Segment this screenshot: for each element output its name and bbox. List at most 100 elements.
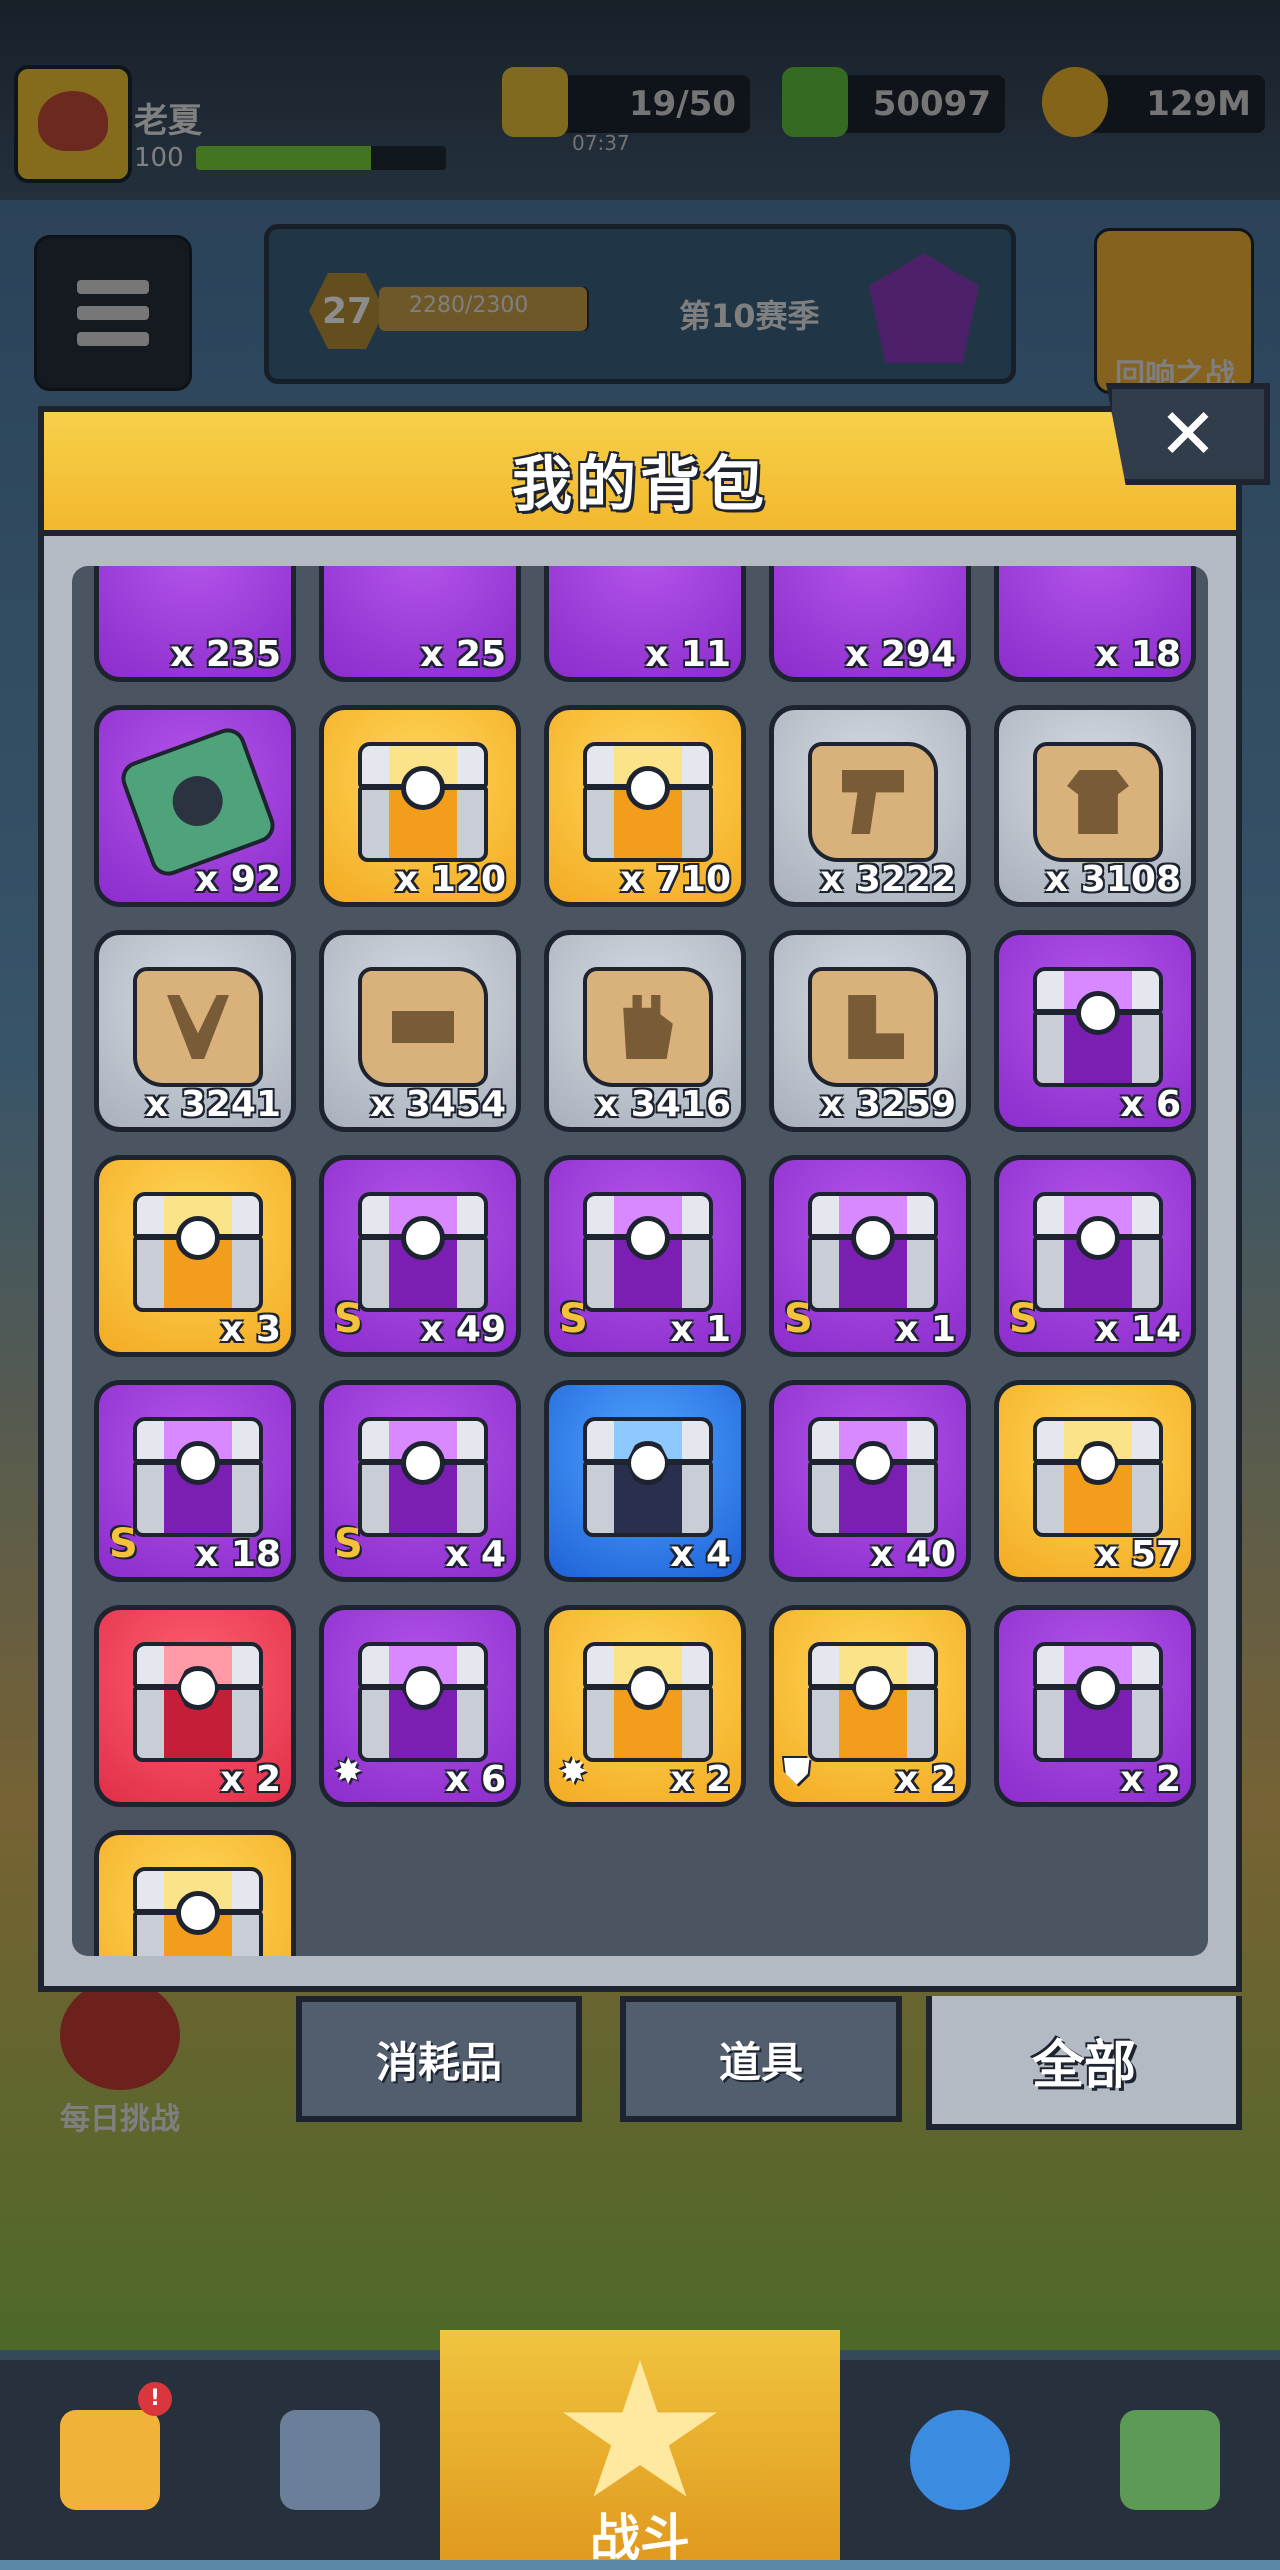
inventory-item[interactable]: Sx 4: [319, 1380, 521, 1582]
inventory-item[interactable]: x 7: [94, 1830, 296, 1956]
purple-hex-chest-icon: [358, 1642, 488, 1762]
item-count: x 18: [1095, 634, 1181, 675]
tab-consumables[interactable]: 消耗品: [296, 1996, 582, 2122]
shop-notification-badge: !: [138, 2382, 172, 2416]
item-count: x 1: [895, 1309, 956, 1350]
item-count: x 1: [670, 1309, 731, 1350]
inventory-item[interactable]: x 710: [544, 705, 746, 907]
nav-equipment[interactable]: [230, 2370, 430, 2560]
item-count: x 3241: [145, 1084, 281, 1125]
item-count: x 3416: [595, 1084, 731, 1125]
spike-icon: ✸: [559, 1752, 588, 1792]
item-count: x 3108: [1045, 859, 1181, 900]
close-button[interactable]: ✕: [1106, 383, 1270, 485]
nav-map[interactable]: [1070, 2370, 1270, 2560]
inventory-item[interactable]: x 3: [94, 1155, 296, 1357]
glove-blueprint-icon: [583, 967, 713, 1087]
inventory-item[interactable]: x 6: [994, 930, 1196, 1132]
inventory-item[interactable]: Sx 1: [769, 1155, 971, 1357]
inventory-item[interactable]: x 120: [319, 705, 521, 907]
inventory-item[interactable]: x 3241: [94, 930, 296, 1132]
item-count: x 6: [1120, 1084, 1181, 1125]
purple-chest-icon: [358, 1192, 488, 1312]
inventory-item[interactable]: x 92: [94, 705, 296, 907]
item-count: x 49: [420, 1309, 506, 1350]
item-count: x 4: [445, 1534, 506, 1575]
inventory-item[interactable]: ⛊ x 2: [769, 1605, 971, 1807]
shield-icon: ⛊: [784, 1752, 810, 1792]
nav-skills[interactable]: [860, 2370, 1060, 2560]
inventory-item[interactable]: x 3222: [769, 705, 971, 907]
modal-title: 我的背包: [512, 450, 768, 520]
skills-icon: [910, 2410, 1010, 2510]
inventory-item[interactable]: x 235: [94, 566, 296, 682]
nav-battle[interactable]: 战斗: [440, 2330, 840, 2567]
inventory-item[interactable]: x 294: [769, 566, 971, 682]
red-hex-chest-icon: [133, 1642, 263, 1762]
season-tag-icon: S: [334, 1521, 363, 1567]
season-tag-icon: S: [109, 1521, 138, 1567]
inventory-item[interactable]: Sx 49: [319, 1155, 521, 1357]
item-count: x 294: [845, 634, 956, 675]
item-count: x 3: [220, 1309, 281, 1350]
modal-header: 我的背包: [44, 412, 1236, 536]
ticket-chest-icon: [358, 742, 488, 862]
gold-chest-icon: [133, 1192, 263, 1312]
boot-blueprint-icon: [808, 967, 938, 1087]
inventory-item[interactable]: x 3108: [994, 705, 1196, 907]
magenta-gem-chest-icon: [358, 1417, 488, 1537]
nav-shop[interactable]: [10, 2370, 210, 2560]
season-tag-icon: S: [784, 1296, 813, 1342]
blue-chest-icon: [583, 1417, 713, 1537]
inventory-item[interactable]: x 3416: [544, 930, 746, 1132]
inventory-item[interactable]: x 40: [769, 1380, 971, 1582]
inventory-item[interactable]: x 25: [319, 566, 521, 682]
weapon-blueprint-icon: [808, 742, 938, 862]
battle-label: 战斗: [590, 2509, 690, 2567]
item-count: x 235: [170, 634, 281, 675]
item-count: x 2: [1120, 1759, 1181, 1800]
season-tag-icon: S: [559, 1296, 588, 1342]
map-icon: [1120, 2410, 1220, 2510]
inventory-item[interactable]: ✸ x 2: [544, 1605, 746, 1807]
inventory-item[interactable]: Sx 18: [94, 1380, 296, 1582]
season-tag-icon: S: [334, 1296, 363, 1342]
belt-blueprint-icon: [358, 967, 488, 1087]
purple-chest-icon: [1033, 967, 1163, 1087]
item-count: x 2: [670, 1759, 731, 1800]
inventory-item[interactable]: x 3259: [769, 930, 971, 1132]
backpack-modal: 我的背包 x 235 x 25 x 11 x 294 x 18 x 92 x 120 x 71…: [38, 406, 1242, 1992]
close-icon: ✕: [1158, 393, 1218, 475]
armor-blueprint-icon: [1033, 742, 1163, 862]
inventory-grid[interactable]: x 235 x 25 x 11 x 294 x 18 x 92 x 120 x 710 x 32…: [72, 566, 1208, 1956]
item-count: x 2: [220, 1759, 281, 1800]
cyan-gem-chest-icon: [1033, 1192, 1163, 1312]
inventory-item[interactable]: x 3454: [319, 930, 521, 1132]
inventory-item[interactable]: x 2: [994, 1605, 1196, 1807]
eyes-chest-icon: [1033, 1642, 1163, 1762]
ticket-chest-icon: [583, 742, 713, 862]
item-count: x 25: [420, 634, 506, 675]
eyes-chest-icon: [133, 1867, 263, 1956]
item-count: x 710: [620, 859, 731, 900]
inventory-item[interactable]: Sx 14: [994, 1155, 1196, 1357]
inventory-item[interactable]: x 18: [994, 566, 1196, 682]
inventory-item[interactable]: x 2: [94, 1605, 296, 1807]
tab-all[interactable]: 全部: [926, 1996, 1242, 2130]
inventory-item[interactable]: x 57: [994, 1380, 1196, 1582]
gold-hex-chest-icon: [1033, 1417, 1163, 1537]
heart-chest-icon: [583, 1192, 713, 1312]
gold-hex-chest-icon: [583, 1642, 713, 1762]
item-count: x 57: [1095, 1534, 1181, 1575]
item-count: x 3454: [370, 1084, 506, 1125]
inventory-item[interactable]: x 4: [544, 1380, 746, 1582]
purple-hex-chest-icon: [808, 1417, 938, 1537]
equipment-icon: [280, 2410, 380, 2510]
shop-icon: [60, 2410, 160, 2510]
item-count: x 92: [195, 859, 281, 900]
inventory-item[interactable]: ✸ x 6: [319, 1605, 521, 1807]
inventory-item[interactable]: Sx 1: [544, 1155, 746, 1357]
inventory-item[interactable]: x 11: [544, 566, 746, 682]
tab-props[interactable]: 道具: [620, 1996, 902, 2122]
star-icon: [563, 2360, 717, 2497]
